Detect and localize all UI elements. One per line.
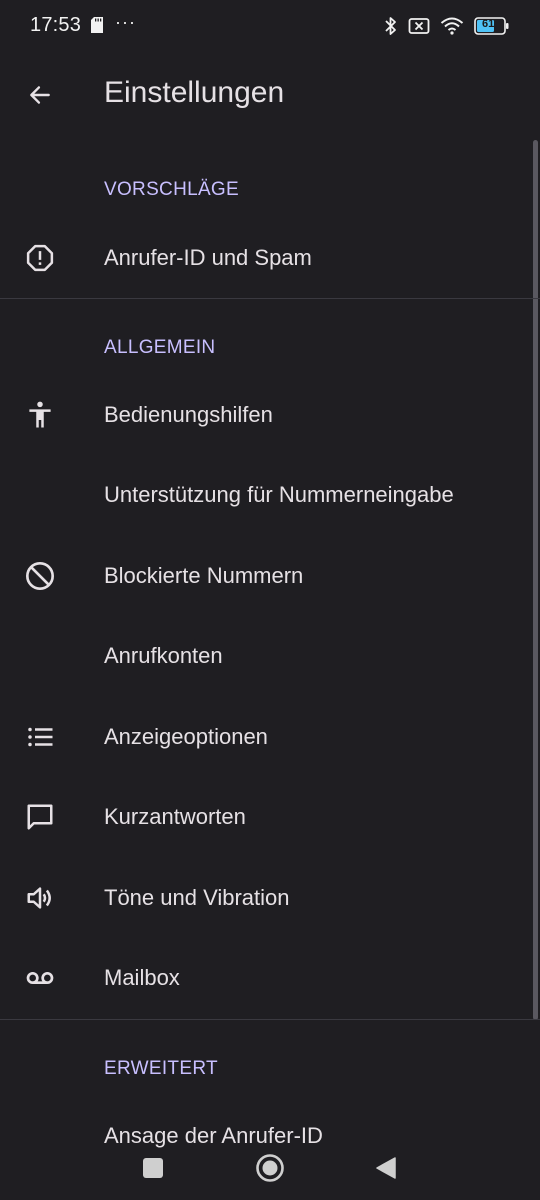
divider — [0, 1019, 540, 1020]
settings-item-label: Anzeigeoptionen — [104, 724, 268, 749]
accessibility-icon — [22, 397, 58, 433]
section-header-suggestions: VORSCHLÄGE — [104, 179, 239, 200]
battery-level: 61 — [482, 18, 495, 30]
settings-item-label: Anrufer-ID und Spam — [104, 245, 312, 270]
nav-back-button[interactable] — [364, 1146, 408, 1190]
home-button[interactable] — [248, 1146, 292, 1190]
battery-icon: 61 — [474, 17, 510, 35]
volume-icon — [22, 880, 58, 916]
bluetooth-icon — [385, 17, 396, 35]
divider — [0, 298, 540, 299]
settings-item-label: Bedienungshilfen — [104, 402, 273, 427]
no-sim-icon — [408, 18, 430, 34]
page-title: Einstellungen — [104, 76, 285, 109]
more-notifications-dots: ··· — [115, 12, 136, 32]
settings-item-quick-responses[interactable]: Kurzantworten — [0, 777, 530, 857]
back-button[interactable] — [16, 71, 64, 119]
block-icon — [22, 558, 58, 594]
status-bar: 17:53 ··· 61 — [0, 0, 540, 52]
settings-item-number-input-support[interactable]: Unterstützung für Nummerneingabe — [0, 455, 530, 535]
settings-item-blocked-numbers[interactable]: Blockierte Nummern — [0, 536, 530, 616]
voicemail-icon — [22, 960, 58, 996]
settings-item-label: Kurzantworten — [104, 804, 246, 829]
settings-item-label: Töne und Vibration — [104, 885, 290, 910]
settings-item-voicemail[interactable]: Mailbox — [0, 938, 530, 1018]
system-nav-bar — [0, 1136, 540, 1200]
wifi-icon — [440, 17, 464, 35]
status-icons: 61 — [384, 15, 510, 37]
status-time: 17:53 — [30, 14, 82, 36]
settings-item-caller-id-spam[interactable]: Anrufer-ID und Spam — [0, 218, 530, 298]
back-triangle-icon — [376, 1157, 396, 1179]
sd-card-icon — [91, 17, 103, 33]
settings-screen: 17:53 ··· 61 Einstellungen VORSCHLÄGE An… — [0, 0, 540, 1200]
section-header-advanced: ERWEITERT — [104, 1058, 218, 1079]
list-icon — [22, 719, 58, 755]
settings-item-accessibility[interactable]: Bedienungshilfen — [0, 375, 530, 455]
settings-item-sounds-vibration[interactable]: Töne und Vibration — [0, 858, 530, 938]
recents-square-icon — [143, 1158, 163, 1178]
message-icon — [22, 799, 58, 835]
home-circle-icon — [256, 1154, 284, 1182]
scrollbar[interactable] — [533, 140, 538, 1020]
recents-button[interactable] — [131, 1146, 175, 1190]
settings-item-label: Anrufkonten — [104, 643, 223, 668]
section-header-general: ALLGEMEIN — [104, 337, 216, 358]
settings-item-label: Blockierte Nummern — [104, 563, 304, 588]
arrow-back-icon — [30, 86, 50, 104]
top-app-bar: Einstellungen — [0, 52, 540, 138]
spam-alert-icon — [22, 240, 58, 276]
settings-item-label: Mailbox — [104, 965, 180, 990]
settings-item-label: Unterstützung für Nummerneingabe — [104, 482, 454, 507]
settings-item-display-options[interactable]: Anzeigeoptionen — [0, 697, 530, 777]
settings-item-call-accounts[interactable]: Anrufkonten — [0, 616, 530, 696]
